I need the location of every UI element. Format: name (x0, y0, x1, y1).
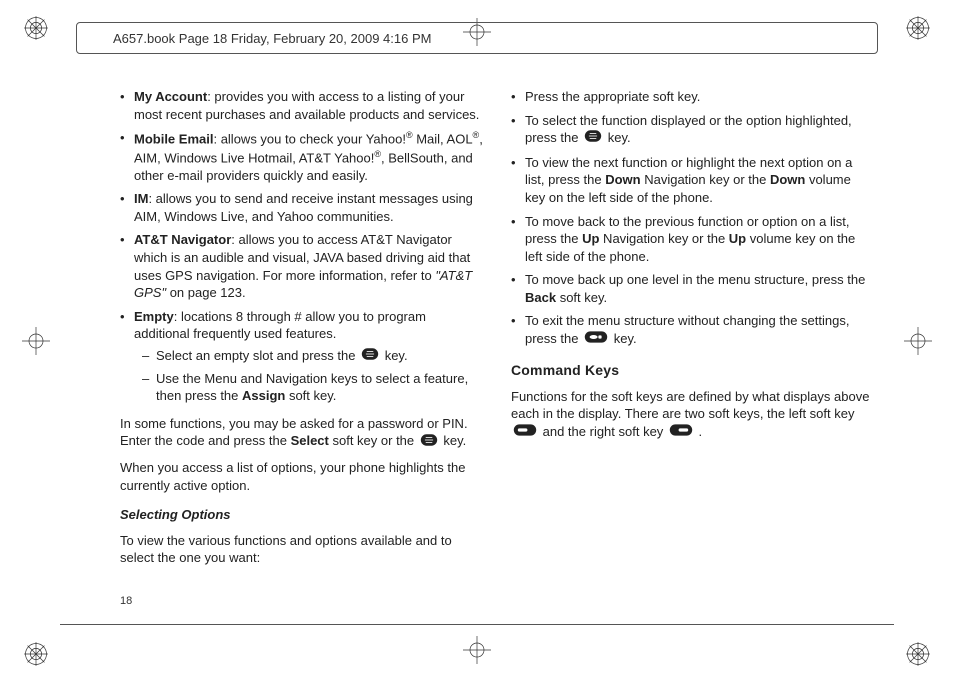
list-item: Mobile Email: allows you to check your Y… (120, 129, 483, 184)
item-label: Mobile Email (134, 131, 213, 146)
page-number: 18 (120, 595, 132, 607)
softkey-label: Select (291, 433, 329, 448)
list-item: IM: allows you to send and receive insta… (120, 190, 483, 225)
crop-mark-icon (904, 327, 932, 355)
item-text: on page 123. (166, 285, 246, 300)
item-text: soft key. (556, 290, 607, 305)
list-item: My Account: provides you with access to … (120, 88, 483, 123)
registration-mark-icon (22, 640, 50, 668)
key-label: Back (525, 290, 556, 305)
page-header-text: A657.book Page 18 Friday, February 20, 2… (113, 31, 431, 46)
list-item: Press the appropriate soft key. (511, 88, 874, 106)
list-item: To move back up one level in the menu st… (511, 271, 874, 306)
item-label: AT&T Navigator (134, 232, 231, 247)
item-text: : allows you to check your Yahoo! (213, 131, 405, 146)
item-label: IM (134, 191, 148, 206)
item-text: Select an empty slot and press the (156, 348, 359, 363)
center-key-icon (420, 433, 438, 452)
paragraph: To view the various functions and option… (120, 532, 483, 567)
paragraph-text: To view the various functions and option… (120, 533, 452, 566)
paragraph: In some functions, you may be asked for … (120, 415, 483, 451)
paragraph-text: When you access a list of options, your … (120, 460, 465, 493)
item-text: : allows you to send and receive instant… (134, 191, 473, 224)
registration-mark-icon (904, 14, 932, 42)
section-heading: Command Keys (511, 361, 874, 380)
crop-mark-icon (463, 636, 491, 664)
item-text: To move back up one level in the menu st… (525, 272, 865, 287)
item-label: Empty (134, 309, 174, 324)
list-item: Empty: locations 8 through # allow you t… (120, 308, 483, 405)
paragraph-text: soft key or the (329, 433, 418, 448)
paragraph-text: Functions for the soft keys are defined … (511, 389, 869, 422)
feature-list: My Account: provides you with access to … (120, 88, 483, 405)
paragraph: When you access a list of options, your … (120, 459, 483, 494)
sub-list: Select an empty slot and press the key. … (142, 347, 483, 405)
key-label: Down (770, 172, 805, 187)
registration-mark-icon (904, 640, 932, 668)
list-item: To exit the menu structure without chang… (511, 312, 874, 348)
key-label: Up (582, 231, 599, 246)
item-text: key. (614, 331, 637, 346)
registered-mark: ® (406, 130, 413, 140)
end-key-icon (584, 330, 608, 349)
item-text: : locations 8 through # allow you to pro… (134, 309, 426, 342)
key-label: Down (605, 172, 640, 187)
list-item: To view the next function or highlight t… (511, 154, 874, 207)
crop-line (60, 624, 894, 625)
page-content: My Account: provides you with access to … (120, 88, 874, 612)
item-text: Navigation key or the (641, 172, 770, 187)
instruction-list: Press the appropriate soft key. To selec… (511, 88, 874, 349)
sub-list-item: Use the Menu and Navigation keys to sele… (142, 370, 483, 405)
list-item: AT&T Navigator: allows you to access AT&… (120, 231, 483, 301)
key-label: Up (729, 231, 746, 246)
paragraph: Functions for the soft keys are defined … (511, 388, 874, 442)
center-key-icon (584, 129, 602, 148)
item-text: Navigation key or the (599, 231, 728, 246)
item-text: To exit the menu structure without chang… (525, 313, 849, 346)
list-item: To select the function displayed or the … (511, 112, 874, 148)
registration-mark-icon (22, 14, 50, 42)
paragraph-text: and the right soft key (543, 424, 667, 439)
item-text: Press the appropriate soft key. (525, 89, 700, 104)
item-label: My Account (134, 89, 207, 104)
center-key-icon (361, 347, 379, 366)
list-item: To move back to the previous function or… (511, 213, 874, 266)
sub-list-item: Select an empty slot and press the key. (142, 347, 483, 366)
right-column: Press the appropriate soft key. To selec… (511, 88, 874, 612)
page-header-frame: A657.book Page 18 Friday, February 20, 2… (76, 22, 878, 54)
paragraph-text: key. (443, 433, 466, 448)
item-text: key. (385, 348, 408, 363)
item-text: key. (608, 130, 631, 145)
left-column: My Account: provides you with access to … (120, 88, 483, 612)
softkey-label: Assign (242, 388, 285, 403)
crop-mark-icon (22, 327, 50, 355)
section-heading: Selecting Options (120, 506, 483, 524)
left-softkey-icon (513, 423, 537, 442)
right-softkey-icon (669, 423, 693, 442)
item-text: To select the function displayed or the … (525, 113, 852, 146)
paragraph-text: . (699, 424, 703, 439)
item-text: Mail, AOL (413, 131, 473, 146)
registered-mark: ® (374, 149, 381, 159)
item-text: soft key. (285, 388, 336, 403)
